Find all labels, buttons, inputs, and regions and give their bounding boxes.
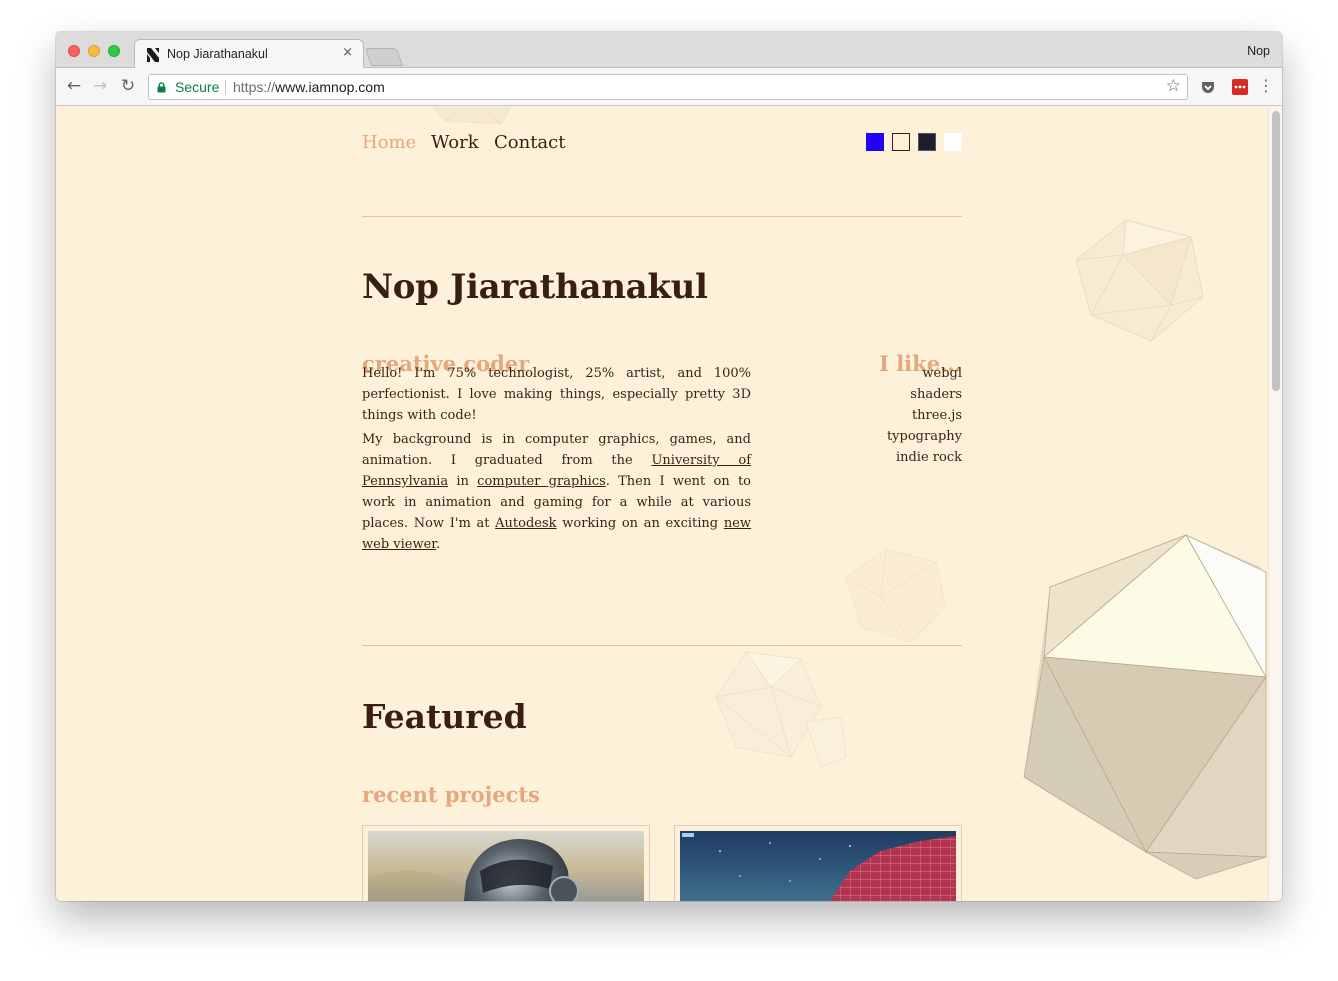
close-window-button[interactable] (68, 45, 80, 57)
address-divider (225, 80, 226, 95)
maximize-window-button[interactable] (108, 45, 120, 57)
nav-divider (362, 216, 962, 217)
url-scheme: https:// (233, 79, 276, 95)
browser-titlebar: Nop Jiarathanakul × Nop (56, 32, 1282, 69)
page-viewport: Home Work Contact Nop Jiarathanakul crea… (56, 107, 1282, 901)
tab-title: Nop Jiarathanakul (167, 47, 268, 61)
theme-swatch-blue[interactable] (866, 133, 884, 151)
likes-item: webgl (922, 366, 962, 381)
likes-list: webgl shaders three.js typography indie … (816, 363, 962, 468)
new-tab-button[interactable] (364, 48, 404, 66)
forward-arrow-icon[interactable]: → (90, 76, 110, 96)
nav-work-link[interactable]: Work (431, 132, 479, 153)
likes-item: typography (886, 429, 962, 444)
bio-paragraph: My background is in computer graphics, g… (362, 429, 751, 555)
likes-item: shaders (910, 387, 962, 402)
minimize-window-button[interactable] (88, 45, 100, 57)
background-polyhedron-right (1075, 219, 1204, 342)
url-text[interactable]: https://www.iamnop.com (233, 79, 385, 95)
lastpass-icon[interactable] (1232, 79, 1248, 95)
site-favicon-icon (147, 48, 159, 62)
profile-name[interactable]: Nop (1247, 44, 1270, 58)
browser-tab[interactable]: Nop Jiarathanakul × (134, 39, 364, 69)
menu-icon[interactable]: ⋮ (1258, 76, 1274, 95)
bookmark-star-icon[interactable]: ☆ (1166, 76, 1181, 96)
page-title: Nop Jiarathanakul (362, 267, 708, 307)
browser-toolbar: ← → ↻ Secure https://www.iamnop.com ☆ ⋮ (56, 68, 1282, 106)
theme-swatch-dark[interactable] (918, 133, 936, 151)
theme-swatch-white[interactable] (944, 133, 962, 151)
lock-icon (157, 82, 166, 93)
bio-text: working on an exciting (556, 516, 724, 531)
project-thumbnail-robot (348, 831, 644, 901)
nav-home-link[interactable]: Home (362, 132, 416, 153)
pocket-icon[interactable] (1200, 79, 1216, 95)
background-polyhedron-center (715, 651, 847, 767)
project-card[interactable] (674, 825, 962, 901)
project-card[interactable] (348, 825, 650, 901)
featured-subheading: recent projects (362, 782, 540, 807)
background-polyhedron-top (432, 107, 512, 125)
featured-heading: Featured (362, 697, 527, 736)
theme-swatch-cream[interactable] (892, 133, 910, 151)
autodesk-link[interactable]: Autodesk (495, 516, 556, 531)
background-polyhedron-faint (845, 548, 947, 643)
browser-window: Nop Jiarathanakul × Nop ← → ↻ Secure htt… (56, 32, 1282, 901)
secure-label: Secure (175, 79, 220, 95)
scrollbar-thumb[interactable] (1272, 111, 1280, 391)
intro-paragraph: Hello! I'm 75% technologist, 25% artist,… (362, 366, 751, 423)
tab-close-icon[interactable]: × (342, 45, 353, 60)
section-divider (362, 645, 962, 646)
reload-icon[interactable]: ↻ (118, 76, 138, 96)
likes-item: indie rock (895, 450, 962, 465)
nav-contact-link[interactable]: Contact (494, 132, 565, 153)
url-host: www.iamnop.com (275, 79, 385, 95)
page-scrollbar[interactable] (1268, 107, 1282, 901)
foreground-icosahedron (1023, 534, 1267, 880)
project-thumbnail-terrain (680, 831, 956, 901)
address-bar[interactable]: Secure https://www.iamnop.com ☆ (148, 74, 1188, 100)
bio-text: . (436, 537, 441, 552)
computer-graphics-link[interactable]: computer graphics (477, 474, 606, 489)
likes-item: three.js (911, 408, 962, 423)
back-arrow-icon[interactable]: ← (64, 76, 84, 96)
bio-text: in (448, 474, 478, 489)
